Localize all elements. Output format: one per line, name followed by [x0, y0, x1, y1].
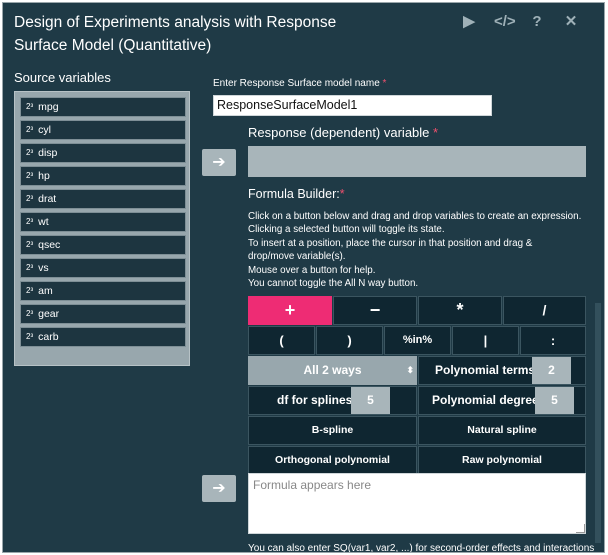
model-name-label: Enter Response Surface model name *	[213, 78, 387, 89]
numeric-type-icon: 2³	[26, 102, 34, 111]
variable-name: disp	[38, 147, 58, 159]
move-to-response-button[interactable]: ➔	[202, 149, 236, 176]
textarea-resize-handle[interactable]	[576, 524, 585, 533]
numeric-type-icon: 2³	[26, 240, 34, 249]
all-ways-select[interactable]: All 2 ways ⬍	[248, 356, 417, 385]
formula-textarea[interactable]: Formula appears here	[248, 473, 586, 534]
variable-item[interactable]: 2³ qsec	[20, 235, 186, 255]
model-name-input[interactable]: ResponseSurfaceModel1	[213, 95, 492, 116]
formula-builder-help: Click on a button below and drag and dro…	[248, 210, 593, 290]
dialog-title: Design of Experiments analysis with Resp…	[14, 14, 337, 54]
variable-name: wt	[38, 216, 49, 228]
close-icon[interactable]: ✕	[562, 13, 580, 31]
df-splines-label: df for splines	[277, 393, 353, 407]
plus-button[interactable]: +	[248, 296, 332, 325]
numeric-type-icon: 2³	[26, 309, 34, 318]
required-marker: *	[339, 187, 345, 201]
variable-name: drat	[38, 193, 57, 205]
header-toolbar: ▶ </> ? ✕	[460, 13, 580, 31]
bspline-button[interactable]: B-spline	[248, 416, 417, 445]
numeric-type-icon: 2³	[26, 332, 34, 341]
help-line: drop/move variable(s).	[248, 251, 346, 263]
help-line: Click on a button below and drag and dro…	[248, 211, 582, 222]
variable-item[interactable]: 2³ wt	[20, 212, 186, 232]
variable-name: am	[38, 285, 53, 297]
footer-hint: You can also enter SQ(var1, var2, ...) f…	[248, 543, 595, 553]
numeric-type-icon: 2³	[26, 148, 34, 157]
code-icon[interactable]: </>	[494, 13, 516, 31]
variable-item[interactable]: 2³ cyl	[20, 120, 186, 140]
source-variables-label: Source variables	[14, 70, 111, 85]
numeric-type-icon: 2³	[26, 171, 34, 180]
variable-item[interactable]: 2³ hp	[20, 166, 186, 186]
help-line: Mouse over a button for help.	[248, 264, 376, 276]
minus-button[interactable]: −	[333, 296, 417, 325]
help-line: You cannot toggle the All N way button.	[248, 278, 419, 290]
variable-item[interactable]: 2³ am	[20, 281, 186, 301]
all-ways-value: All 2 ways	[303, 363, 362, 377]
polynomial-terms-label: Polynomial terms	[435, 363, 536, 377]
numeric-type-icon: 2³	[26, 125, 34, 134]
help-line: Clicking a selected button will toggle i…	[248, 224, 445, 236]
variable-name: hp	[38, 170, 50, 182]
source-variables-list: 2³ mpg 2³ cyl 2³ disp 2³ hp 2³ drat 2³ wt 2³ qs…	[14, 91, 190, 366]
multiply-button[interactable]: *	[418, 296, 502, 325]
formula-builder-label: Formula Builder:*	[248, 187, 345, 201]
variable-item[interactable]: 2³ carb	[20, 327, 186, 347]
select-arrows-icon: ⬍	[406, 365, 414, 375]
variable-item[interactable]: 2³ vs	[20, 258, 186, 278]
variable-name: mpg	[38, 101, 59, 113]
polynomial-terms-input[interactable]: 2	[532, 357, 571, 384]
move-to-formula-button[interactable]: ➔	[202, 475, 236, 502]
variable-item[interactable]: 2³ drat	[20, 189, 186, 209]
variable-name: carb	[38, 331, 59, 343]
dialog: Design of Experiments analysis with Resp…	[2, 2, 605, 553]
response-variable-dropzone[interactable]	[248, 146, 586, 177]
variable-name: gear	[38, 308, 60, 320]
in-operator-button[interactable]: %in%	[384, 326, 451, 355]
numeric-type-icon: 2³	[26, 286, 34, 295]
natural-spline-button[interactable]: Natural spline	[418, 416, 586, 445]
required-marker: *	[382, 78, 387, 89]
divide-button[interactable]: /	[503, 296, 586, 325]
polynomial-degree-input[interactable]: 5	[535, 387, 574, 414]
variable-item[interactable]: 2³ gear	[20, 304, 186, 324]
response-variable-label: Response (dependent) variable *	[248, 125, 439, 140]
polynomial-degree-label: Polynomial degree	[432, 393, 539, 407]
orthogonal-polynomial-button[interactable]: Orthogonal polynomial	[248, 446, 417, 475]
df-splines-control: df for splines	[248, 386, 417, 415]
variable-item[interactable]: 2³ disp	[20, 143, 186, 163]
numeric-type-icon: 2³	[26, 263, 34, 272]
colon-button[interactable]: :	[520, 326, 586, 355]
help-line: To insert at a position, place the curso…	[248, 237, 533, 249]
close-paren-button[interactable]: )	[316, 326, 383, 355]
scrollbar[interactable]	[595, 303, 601, 543]
required-marker: *	[433, 125, 439, 140]
df-splines-input[interactable]: 5	[351, 387, 390, 414]
variable-name: qsec	[38, 239, 61, 251]
variable-name: cyl	[38, 124, 51, 136]
open-paren-button[interactable]: (	[248, 326, 315, 355]
raw-polynomial-button[interactable]: Raw polynomial	[418, 446, 586, 475]
variable-item[interactable]: 2³ mpg	[20, 97, 186, 117]
numeric-type-icon: 2³	[26, 217, 34, 226]
play-icon[interactable]: ▶	[460, 13, 478, 31]
help-icon[interactable]: ?	[528, 13, 546, 31]
pipe-button[interactable]: |	[452, 326, 519, 355]
numeric-type-icon: 2³	[26, 194, 34, 203]
variable-name: vs	[38, 262, 49, 274]
